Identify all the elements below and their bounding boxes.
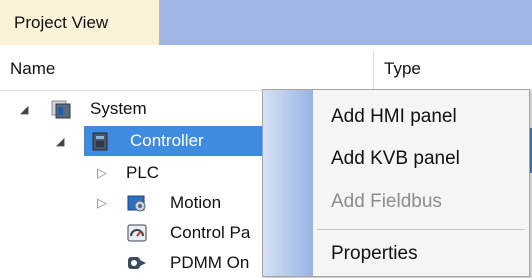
expand-toggle-motion[interactable]: ▷ bbox=[97, 195, 107, 211]
system-icon bbox=[51, 100, 71, 119]
tab-strip: Project View bbox=[0, 0, 532, 45]
menu-separator bbox=[317, 229, 525, 230]
motion-icon bbox=[127, 195, 146, 212]
menu-item-add-kvb-panel[interactable]: Add KVB panel bbox=[331, 139, 460, 179]
tab-project-view[interactable]: Project View bbox=[0, 0, 160, 45]
tree-item-label: PDMM On bbox=[170, 253, 250, 272]
tree-item-label: Controller bbox=[130, 131, 204, 150]
tree-item-label: Control Pa bbox=[170, 223, 251, 242]
controller-icon bbox=[92, 132, 108, 151]
context-menu: Add HMI panel Add KVB panel Add Fieldbus… bbox=[262, 89, 530, 277]
control-panel-icon bbox=[127, 224, 147, 242]
column-header-type[interactable]: Type bbox=[384, 45, 421, 92]
menu-item-add-fieldbus: Add Fieldbus bbox=[331, 191, 442, 212]
expand-toggle-plc[interactable]: ▷ bbox=[97, 165, 107, 181]
menu-item-properties[interactable]: Properties bbox=[331, 234, 418, 274]
pdmm-icon bbox=[128, 257, 146, 269]
tree-item-label: Motion bbox=[170, 193, 222, 212]
column-divider[interactable] bbox=[373, 51, 374, 89]
expand-toggle-system[interactable]: ◢ bbox=[20, 103, 28, 116]
expand-toggle-controller[interactable]: ◢ bbox=[56, 135, 64, 148]
menu-icon-gutter bbox=[263, 90, 313, 276]
menu-item-add-hmi-panel[interactable]: Add HMI panel bbox=[331, 97, 457, 137]
column-header: Name Type bbox=[0, 45, 532, 91]
column-header-name[interactable]: Name bbox=[10, 45, 55, 92]
tree-item-label: System bbox=[90, 99, 147, 118]
selection-highlight: Controller bbox=[84, 126, 284, 156]
tree-item-label: PLC bbox=[126, 163, 160, 182]
